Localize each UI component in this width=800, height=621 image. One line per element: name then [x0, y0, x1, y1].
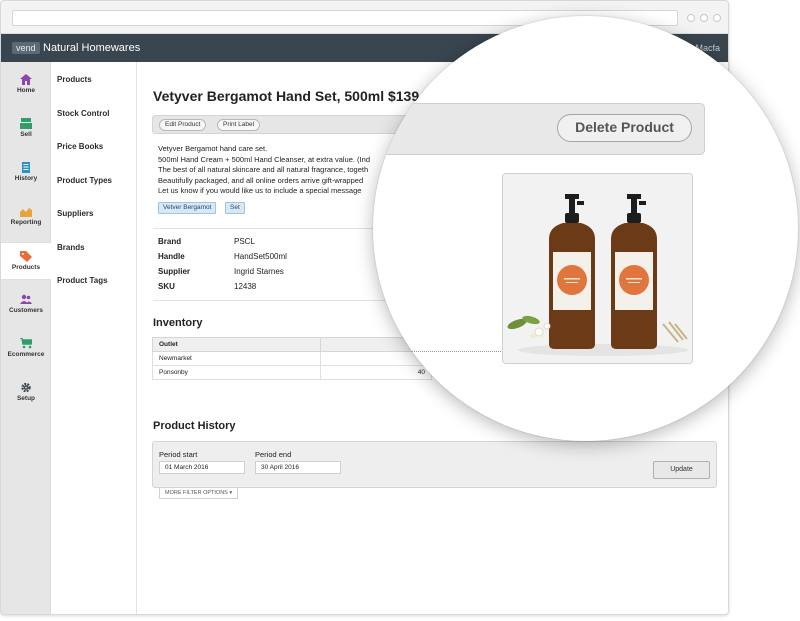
- product-description: Vetyver Bergamot hand care set. 500ml Ha…: [158, 144, 388, 197]
- print-label-button[interactable]: Print Label: [217, 119, 261, 131]
- product-image: [502, 173, 693, 364]
- description-line: Beautifully packaged, and all online ord…: [158, 175, 364, 185]
- nav-label: Customers: [9, 307, 43, 314]
- chart-icon: [20, 208, 32, 217]
- people-icon: [20, 294, 32, 304]
- description-line: 500ml Hand Cream + 500ml Hand Cleanser, …: [158, 154, 370, 164]
- nav-reporting[interactable]: Reporting: [1, 198, 51, 236]
- subnav-stock-control[interactable]: Stock Control: [57, 109, 109, 118]
- delete-product-button[interactable]: Delete Product: [557, 114, 692, 142]
- history-heading: Product History: [153, 420, 236, 432]
- description-line: Vetyver Bergamot hand care set.: [158, 144, 268, 153]
- nav-customers[interactable]: Customers: [1, 286, 51, 324]
- attr-label: SKU: [158, 282, 175, 291]
- store-name: Natural Homewares: [43, 42, 141, 54]
- edit-product-button[interactable]: Edit Product: [159, 119, 207, 131]
- nav-label: Sell: [20, 131, 32, 138]
- nav-label: History: [14, 175, 38, 182]
- inventory-table: Outlet In s Newmarket 3 Ponsonby 40: [152, 337, 432, 380]
- nav-ecommerce[interactable]: Ecommerce: [1, 330, 51, 368]
- zoomed-toolbar: Delete Product: [373, 103, 705, 155]
- gear-icon: [21, 382, 31, 393]
- more-filter-label: MORE FILTER OPTIONS: [165, 490, 228, 496]
- subnav-product-tags[interactable]: Product Tags: [57, 276, 108, 285]
- attr-label: Supplier: [158, 267, 191, 276]
- nav-setup[interactable]: Setup: [1, 374, 51, 412]
- subnav-brands[interactable]: Brands: [57, 243, 85, 252]
- attr-value: PSCL: [234, 237, 255, 246]
- nav-label: Ecommerce: [7, 351, 45, 358]
- period-end-label: Period end: [255, 450, 292, 459]
- subnav-products[interactable]: Products: [57, 75, 92, 84]
- subnav-suppliers[interactable]: Suppliers: [57, 209, 93, 218]
- attr-label: Brand: [158, 237, 182, 246]
- attr-value: 12438: [234, 282, 257, 291]
- tag-badge[interactable]: Vetver Bergamot: [158, 202, 217, 214]
- nav-home[interactable]: Home: [1, 66, 51, 104]
- more-filter-options-button[interactable]: MORE FILTER OPTIONS ▾: [159, 488, 239, 499]
- description-line: Let us know if you would like us to incl…: [158, 186, 362, 195]
- attr-value: HandSet500ml: [234, 252, 287, 261]
- home-icon: [20, 74, 32, 85]
- nav-label: Setup: [16, 395, 36, 402]
- nav-products[interactable]: Products: [1, 242, 51, 280]
- tag-icon: [20, 251, 32, 262]
- divider: [153, 300, 393, 301]
- stock-cell: 40: [320, 365, 432, 380]
- attr-label: Handle: [158, 252, 185, 261]
- update-button[interactable]: Update: [653, 461, 710, 479]
- description-line: The best of all natural skincare and all…: [158, 165, 369, 174]
- nav-sell[interactable]: Sell: [1, 110, 51, 148]
- table-row: Ponsonby 40: [152, 365, 432, 380]
- magnifier-lens: Delete Product: [373, 16, 798, 441]
- vend-logo[interactable]: vend: [12, 42, 40, 54]
- subnav-price-books[interactable]: Price Books: [57, 142, 103, 151]
- subnav-product-types[interactable]: Product Types: [57, 176, 112, 185]
- window-button[interactable]: [687, 14, 695, 22]
- window-button[interactable]: [700, 14, 708, 22]
- dotted-divider: [373, 351, 501, 352]
- outlet-cell: Newmarket: [152, 351, 321, 366]
- nav-history[interactable]: History: [1, 154, 51, 192]
- divider: [153, 228, 393, 229]
- window-button[interactable]: [713, 14, 721, 22]
- nav-label: Reporting: [10, 219, 42, 226]
- history-filter: Period start 01 March 2016 Period end 30…: [152, 441, 717, 488]
- period-start-label: Period start: [159, 450, 198, 459]
- main-nav: Home Sell History Reporting Products Cus…: [1, 62, 51, 614]
- inventory-heading: Inventory: [153, 317, 203, 329]
- outlet-cell: Ponsonby: [152, 365, 321, 380]
- cart-icon: [20, 338, 32, 349]
- products-subnav: Products Stock Control Price Books Produ…: [52, 62, 137, 614]
- nav-label: Products: [11, 264, 41, 271]
- register-icon: [20, 118, 32, 129]
- column-header: Outlet: [152, 337, 321, 352]
- period-start-input[interactable]: 01 March 2016: [159, 461, 245, 474]
- screenshot-stage: vend Natural Homewares Emma Macfa Home S…: [0, 0, 800, 621]
- hand-set-bottles-image: [503, 174, 692, 363]
- period-end-input[interactable]: 30 April 2016: [255, 461, 341, 474]
- table-header-row: Outlet In s: [152, 337, 432, 352]
- receipt-icon: [22, 162, 30, 173]
- table-row: Newmarket 3: [152, 351, 432, 366]
- attr-value: Ingrid Starnes: [234, 267, 284, 276]
- tag-badge[interactable]: Set: [225, 202, 245, 214]
- caret-down-icon: ▾: [229, 490, 233, 496]
- nav-label: Home: [16, 87, 36, 94]
- page-title: Vetyver Bergamot Hand Set, 500ml $139.0: [153, 88, 431, 104]
